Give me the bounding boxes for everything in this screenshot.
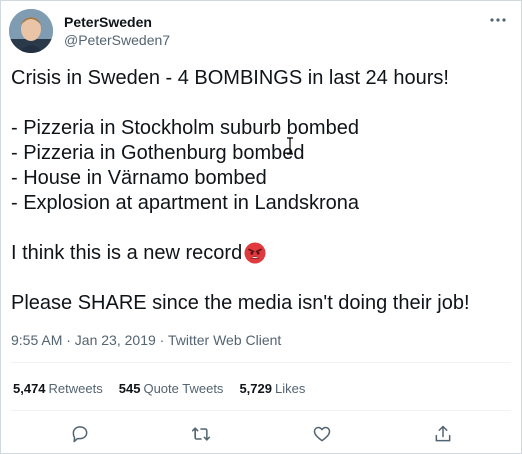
likes-count: 5,729 xyxy=(239,381,272,396)
tweet-text: Crisis in Sweden - 4 BOMBINGS in last 24… xyxy=(11,66,509,316)
tweet-stats: 5,474 Retweets 545 Quote Tweets 5,729 Likes xyxy=(13,381,321,396)
tweet-line: Please SHARE since the media isn't doing… xyxy=(11,292,470,314)
likes-label: Likes xyxy=(274,381,306,396)
quote-tweets-stat[interactable]: 545 Quote Tweets xyxy=(119,381,224,396)
tweet-line: - Pizzeria in Stockholm suburb bombed xyxy=(11,117,359,139)
share-icon xyxy=(435,425,450,442)
tweet-timestamp[interactable]: 9:55 AM · Jan 23, 2019 · Twitter Web Cli… xyxy=(11,332,281,348)
heart-icon xyxy=(313,426,330,442)
user-handle[interactable]: @PeterSweden7 xyxy=(64,31,170,49)
angry-face-emoji-icon xyxy=(244,242,266,264)
tweet-line: Crisis in Sweden - 4 BOMBINGS in last 24… xyxy=(11,67,449,89)
tweet-line: - Pizzeria in Gothenburg bombed xyxy=(11,142,305,164)
display-name[interactable]: PeterSweden xyxy=(64,13,170,31)
tweet-line-text: I think this is a new record xyxy=(11,242,243,264)
reply-icon xyxy=(72,426,87,443)
retweets-count: 5,474 xyxy=(13,381,46,396)
share-button[interactable] xyxy=(432,423,454,445)
tweet-line-with-emoji: I think this is a new record xyxy=(11,241,509,266)
retweet-icon xyxy=(191,427,210,441)
retweets-stat[interactable]: 5,474 Retweets xyxy=(13,381,103,396)
divider xyxy=(11,410,511,411)
quote-tweets-label: Quote Tweets xyxy=(143,381,224,396)
avatar[interactable] xyxy=(9,9,53,53)
text-cursor-icon xyxy=(286,137,294,155)
tweet-line: - House in Värnamo bombed xyxy=(11,167,267,189)
retweets-label: Retweets xyxy=(48,381,103,396)
quote-tweets-count: 545 xyxy=(118,381,141,396)
divider xyxy=(11,362,511,363)
tweet-card: PeterSweden @PeterSweden7 Crisis in Swed… xyxy=(0,0,522,454)
tweet-header: PeterSweden @PeterSweden7 xyxy=(9,9,170,53)
user-names: PeterSweden @PeterSweden7 xyxy=(64,13,170,49)
like-button[interactable] xyxy=(311,423,333,445)
action-bar xyxy=(1,423,521,445)
likes-stat[interactable]: 5,729 Likes xyxy=(239,381,305,396)
reply-button[interactable] xyxy=(69,423,91,445)
tweet-line: - Explosion at apartment in Landskrona xyxy=(11,192,359,214)
more-icon[interactable] xyxy=(489,11,507,29)
retweet-button[interactable] xyxy=(190,423,212,445)
